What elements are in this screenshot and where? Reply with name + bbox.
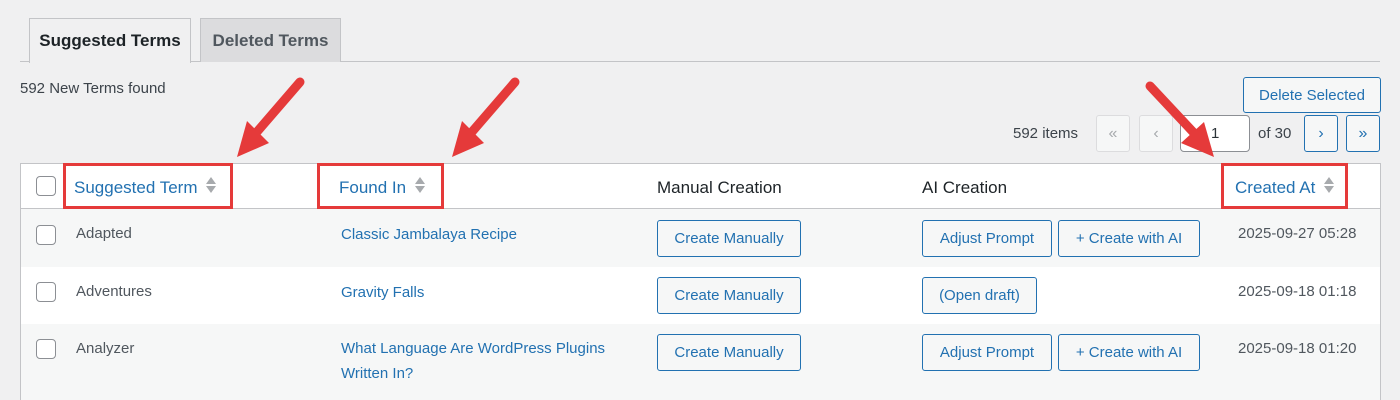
adjust-prompt-button[interactable]: Adjust Prompt bbox=[922, 334, 1052, 371]
row-checkbox[interactable] bbox=[36, 282, 56, 302]
found-in-link[interactable]: Gravity Falls bbox=[341, 280, 641, 305]
create-manually-button[interactable]: Create Manually bbox=[657, 334, 801, 371]
tab-bar: Suggested Terms Deleted Terms bbox=[0, 0, 1400, 63]
create-with-ai-button[interactable]: + Create with AI bbox=[1058, 220, 1200, 257]
total-pages-text: of 30 bbox=[1258, 125, 1292, 142]
row-checkbox[interactable] bbox=[36, 225, 56, 245]
first-page-button: « bbox=[1096, 115, 1130, 152]
arrow-head-icon bbox=[452, 121, 484, 157]
current-page-input[interactable] bbox=[1180, 115, 1250, 152]
items-count: 592 items bbox=[1013, 125, 1079, 142]
column-header-manual-creation: Manual Creation bbox=[657, 178, 782, 197]
created-at-cell: 2025-09-18 01:20 bbox=[1238, 340, 1357, 357]
table-row: Analyzer What Language Are WordPress Plu… bbox=[21, 324, 1380, 400]
create-manually-button[interactable]: Create Manually bbox=[657, 277, 801, 314]
highlight-box-suggested-term bbox=[63, 163, 233, 209]
arrow-icon bbox=[466, 77, 520, 138]
create-manually-button[interactable]: Create Manually bbox=[657, 220, 801, 257]
found-in-link[interactable]: What Language Are WordPress Plugins Writ… bbox=[341, 336, 641, 386]
column-header-ai-creation: AI Creation bbox=[922, 178, 1008, 197]
created-at-cell: 2025-09-18 01:18 bbox=[1238, 283, 1357, 300]
found-in-link[interactable]: Classic Jambalaya Recipe bbox=[341, 222, 641, 247]
found-count-text: 592 New Terms found bbox=[20, 80, 166, 97]
prev-page-button: ‹ bbox=[1139, 115, 1173, 152]
row-checkbox[interactable] bbox=[36, 339, 56, 359]
created-at-cell: 2025-09-27 05:28 bbox=[1238, 225, 1357, 242]
highlight-box-created-at bbox=[1221, 163, 1348, 209]
term-cell: Analyzer bbox=[76, 340, 135, 357]
arrow-icon bbox=[251, 77, 305, 138]
term-cell: Adventures bbox=[76, 283, 152, 300]
table-row: Adapted Classic Jambalaya Recipe Create … bbox=[21, 209, 1380, 267]
next-page-button[interactable]: › bbox=[1304, 115, 1338, 152]
last-page-button[interactable]: » bbox=[1346, 115, 1380, 152]
delete-selected-button[interactable]: Delete Selected bbox=[1243, 77, 1381, 113]
table-row: Adventures Gravity Falls Create Manually… bbox=[21, 267, 1380, 324]
tab-suggested-terms[interactable]: Suggested Terms bbox=[29, 18, 191, 63]
highlight-box-found-in bbox=[317, 163, 444, 209]
tab-deleted-terms[interactable]: Deleted Terms bbox=[200, 18, 341, 62]
term-cell: Adapted bbox=[76, 225, 132, 242]
arrow-head-icon bbox=[237, 121, 269, 157]
create-with-ai-button[interactable]: + Create with AI bbox=[1058, 334, 1200, 371]
select-all-checkbox[interactable] bbox=[36, 176, 56, 196]
open-draft-button[interactable]: (Open draft) bbox=[922, 277, 1037, 314]
adjust-prompt-button[interactable]: Adjust Prompt bbox=[922, 220, 1052, 257]
